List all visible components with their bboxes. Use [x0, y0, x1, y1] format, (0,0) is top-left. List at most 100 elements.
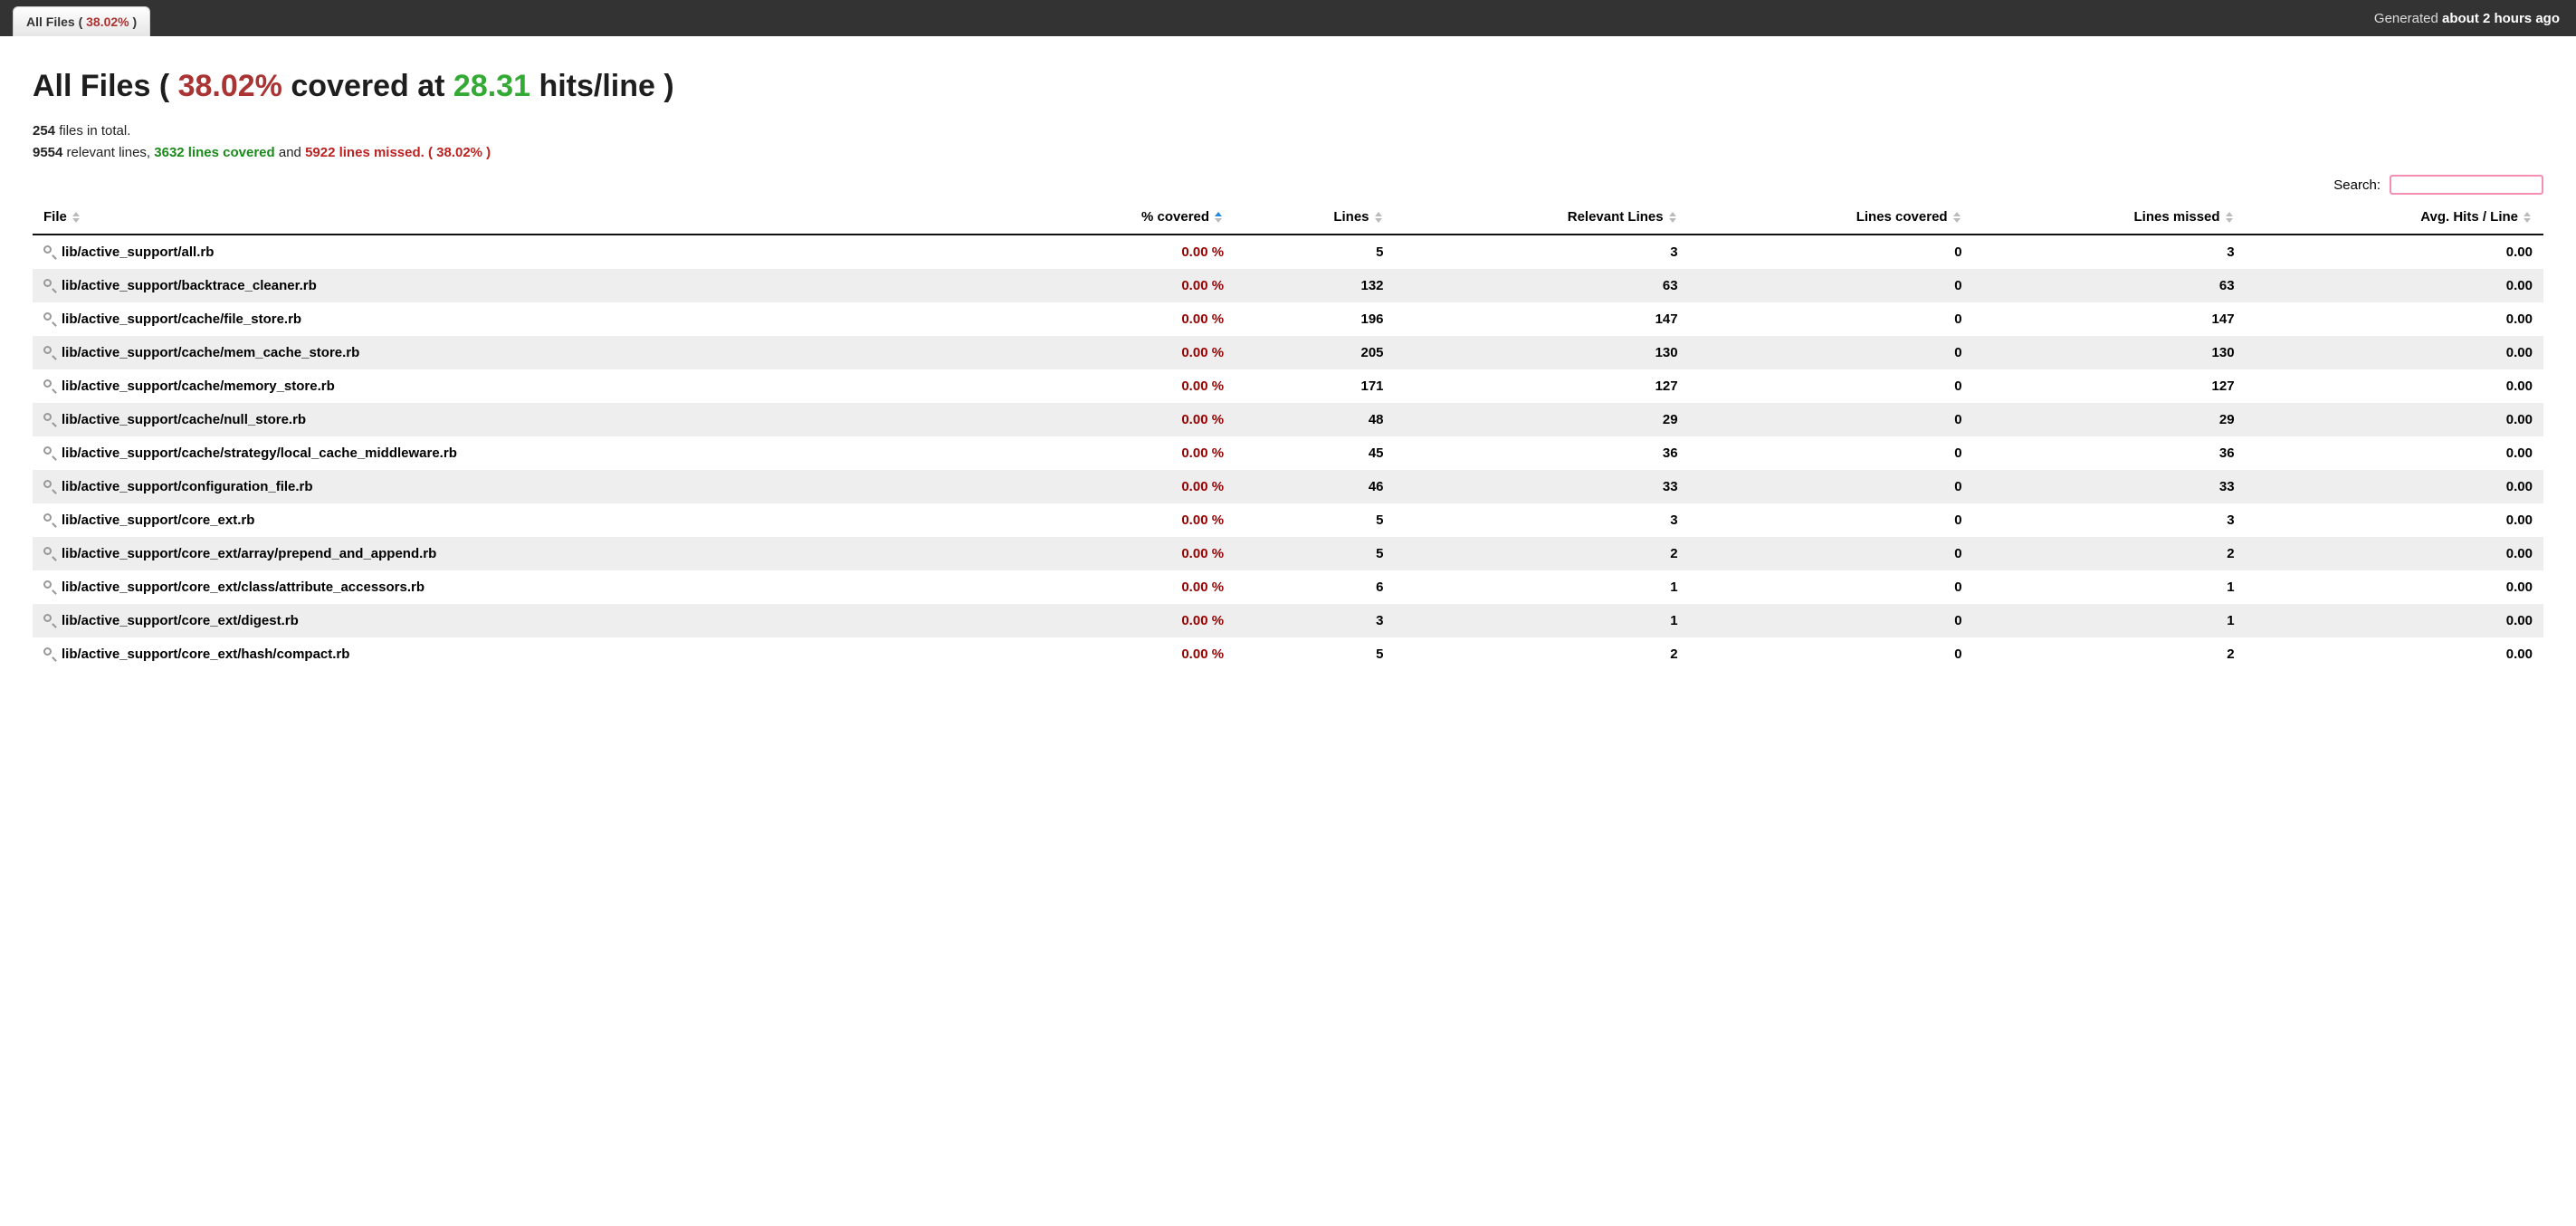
cell-avg-hits: 0.00 — [2246, 604, 2543, 637]
magnifier-icon[interactable] — [43, 279, 56, 292]
magnifier-icon[interactable] — [43, 245, 56, 258]
title-mid: covered at — [282, 69, 453, 103]
cell-lines-covered: 0 — [1689, 369, 1973, 403]
cell-relevant-lines: 147 — [1395, 302, 1689, 336]
cell-lines-covered: 0 — [1689, 235, 1973, 269]
col-lines[interactable]: Lines — [1235, 200, 1394, 235]
cell-pct-covered: 0.00 % — [1003, 436, 1235, 470]
tab-all-files[interactable]: All Files ( 38.02% ) — [13, 6, 150, 36]
col-pct-covered[interactable]: % covered — [1003, 200, 1235, 235]
magnifier-icon[interactable] — [43, 346, 56, 359]
col-lines-missed[interactable]: Lines missed — [1973, 200, 2246, 235]
cell-lines: 3 — [1235, 604, 1394, 637]
summary-and: and — [275, 145, 305, 160]
content: All Files ( 38.02% covered at 28.31 hits… — [0, 36, 2576, 689]
cell-pct-covered: 0.00 % — [1003, 570, 1235, 604]
cell-avg-hits: 0.00 — [2246, 470, 2543, 503]
file-path: lib/active_support/all.rb — [62, 244, 214, 260]
magnifier-icon[interactable] — [43, 547, 56, 560]
col-avg-hits[interactable]: Avg. Hits / Line — [2246, 200, 2543, 235]
tab-pct: 38.02% — [86, 14, 129, 29]
col-lines-covered[interactable]: Lines covered — [1689, 200, 1973, 235]
cell-file[interactable]: lib/active_support/core_ext.rb — [33, 503, 1003, 537]
cell-file[interactable]: lib/active_support/core_ext/class/attrib… — [33, 570, 1003, 604]
cell-file[interactable]: lib/active_support/cache/null_store.rb — [33, 403, 1003, 436]
file-path: lib/active_support/cache/strategy/local_… — [62, 445, 457, 461]
table-row: lib/active_support/backtrace_cleaner.rb0… — [33, 269, 2543, 302]
tab-label-prefix: All Files ( — [26, 14, 86, 29]
cell-relevant-lines: 63 — [1395, 269, 1689, 302]
cell-avg-hits: 0.00 — [2246, 537, 2543, 570]
magnifier-icon[interactable] — [43, 614, 56, 627]
cell-lines: 6 — [1235, 570, 1394, 604]
magnifier-icon[interactable] — [43, 480, 56, 493]
cell-file[interactable]: lib/active_support/configuration_file.rb — [33, 470, 1003, 503]
cell-file[interactable]: lib/active_support/core_ext/digest.rb — [33, 604, 1003, 637]
magnifier-icon[interactable] — [43, 580, 56, 593]
cell-pct-covered: 0.00 % — [1003, 637, 1235, 671]
cell-file[interactable]: lib/active_support/cache/memory_store.rb — [33, 369, 1003, 403]
cell-relevant-lines: 33 — [1395, 470, 1689, 503]
cell-pct-covered: 0.00 % — [1003, 604, 1235, 637]
cell-pct-covered: 0.00 % — [1003, 403, 1235, 436]
cell-lines: 45 — [1235, 436, 1394, 470]
cell-pct-covered: 0.00 % — [1003, 235, 1235, 269]
sort-icon — [72, 212, 81, 223]
file-path: lib/active_support/configuration_file.rb — [62, 479, 313, 494]
sort-icon — [2524, 212, 2533, 223]
magnifier-icon[interactable] — [43, 312, 56, 325]
cell-lines-missed: 1 — [1973, 604, 2246, 637]
col-file[interactable]: File — [33, 200, 1003, 235]
title-suffix: hits/line ) — [530, 69, 674, 103]
page-title: All Files ( 38.02% covered at 28.31 hits… — [33, 69, 2543, 104]
table-row: lib/active_support/core_ext/hash/compact… — [33, 637, 2543, 671]
cell-lines: 5 — [1235, 235, 1394, 269]
summary-missed: 5922 lines missed. — [305, 145, 425, 160]
cell-pct-covered: 0.00 % — [1003, 503, 1235, 537]
magnifier-icon[interactable] — [43, 379, 56, 392]
cell-relevant-lines: 2 — [1395, 637, 1689, 671]
cell-file[interactable]: lib/active_support/core_ext/array/prepen… — [33, 537, 1003, 570]
topbar: All Files ( 38.02% ) Generated about 2 h… — [0, 0, 2576, 36]
cell-avg-hits: 0.00 — [2246, 637, 2543, 671]
cell-file[interactable]: lib/active_support/cache/mem_cache_store… — [33, 336, 1003, 369]
file-path: lib/active_support/cache/file_store.rb — [62, 311, 301, 327]
cell-lines-covered: 0 — [1689, 537, 1973, 570]
magnifier-icon[interactable] — [43, 513, 56, 526]
file-path: lib/active_support/cache/memory_store.rb — [62, 378, 335, 394]
table-row: lib/active_support/cache/mem_cache_store… — [33, 336, 2543, 369]
cell-lines-covered: 0 — [1689, 436, 1973, 470]
cell-pct-covered: 0.00 % — [1003, 369, 1235, 403]
cell-lines: 171 — [1235, 369, 1394, 403]
sort-icon — [2226, 212, 2235, 223]
table-body: lib/active_support/all.rb0.00 %53030.00l… — [33, 235, 2543, 671]
cell-lines-missed: 3 — [1973, 503, 2246, 537]
cell-file[interactable]: lib/active_support/core_ext/hash/compact… — [33, 637, 1003, 671]
file-path: lib/active_support/core_ext/digest.rb — [62, 613, 299, 628]
cell-relevant-lines: 130 — [1395, 336, 1689, 369]
search-input[interactable] — [2390, 175, 2543, 195]
cell-file[interactable]: lib/active_support/backtrace_cleaner.rb — [33, 269, 1003, 302]
summary-pct: ( 38.02% ) — [425, 145, 491, 160]
magnifier-icon[interactable] — [43, 413, 56, 426]
magnifier-icon[interactable] — [43, 647, 56, 660]
magnifier-icon[interactable] — [43, 446, 56, 459]
tab-label-suffix: ) — [129, 14, 138, 29]
cell-file[interactable]: lib/active_support/all.rb — [33, 235, 1003, 269]
cell-lines-covered: 0 — [1689, 403, 1973, 436]
cell-file[interactable]: lib/active_support/cache/file_store.rb — [33, 302, 1003, 336]
summary-relevant-count: 9554 — [33, 145, 62, 160]
sort-icon — [1669, 212, 1678, 223]
col-relevant-lines[interactable]: Relevant Lines — [1395, 200, 1689, 235]
cell-avg-hits: 0.00 — [2246, 436, 2543, 470]
cell-pct-covered: 0.00 % — [1003, 537, 1235, 570]
cell-lines: 132 — [1235, 269, 1394, 302]
cell-lines-covered: 0 — [1689, 503, 1973, 537]
cell-avg-hits: 0.00 — [2246, 302, 2543, 336]
sort-icon — [1375, 212, 1384, 223]
cell-relevant-lines: 3 — [1395, 235, 1689, 269]
cell-lines: 5 — [1235, 637, 1394, 671]
cell-avg-hits: 0.00 — [2246, 403, 2543, 436]
cell-file[interactable]: lib/active_support/cache/strategy/local_… — [33, 436, 1003, 470]
cell-relevant-lines: 3 — [1395, 503, 1689, 537]
